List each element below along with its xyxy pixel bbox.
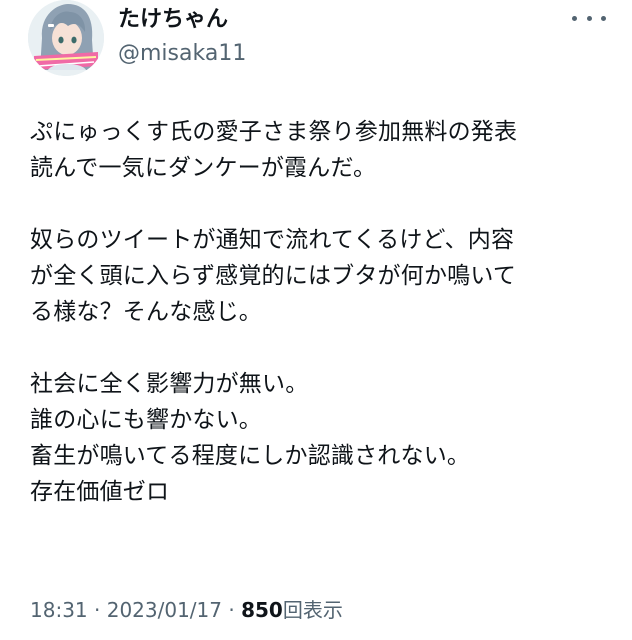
avatar-anime-character-icon bbox=[28, 0, 104, 76]
tweet-date[interactable]: 2023/01/17 bbox=[107, 598, 222, 622]
tweet-text-line: 存在価値ゼロ bbox=[30, 479, 170, 505]
more-options-button[interactable] bbox=[572, 6, 606, 30]
tweet-text-line: 誰の心にも響かない。 bbox=[30, 407, 262, 433]
tweet-text-blank bbox=[30, 186, 620, 222]
meta-separator: · bbox=[94, 598, 101, 622]
tweet-text-line: 畜生が鳴いてる程度にしか認識されない。 bbox=[30, 443, 471, 469]
more-dot bbox=[586, 15, 592, 21]
meta-separator: · bbox=[228, 598, 235, 622]
tweet-meta: 18:31 · 2023/01/17 · 850回表示 bbox=[30, 596, 343, 624]
tweet: たけちゃん @misaka11 ぷにゅっくす氏の愛子さま祭り参加無料の発表 読ん… bbox=[0, 0, 632, 640]
tweet-text-line: 奴らのツイートが通知で流れてくるけど、内容 bbox=[30, 227, 515, 253]
more-dot bbox=[601, 15, 606, 21]
tweet-text-blank bbox=[30, 330, 620, 366]
tweet-text-line: が全く頭に入らず感覚的にはブタが何か鳴いて bbox=[30, 263, 517, 289]
views-label: 回表示 bbox=[282, 598, 343, 622]
tweet-text-line: 社会に全く影響力が無い。 bbox=[30, 371, 309, 397]
avatar[interactable] bbox=[28, 0, 104, 76]
tweet-text-line: 読んで一気にダンケーが霞んだ。 bbox=[30, 155, 377, 181]
author-display-name[interactable]: たけちゃん bbox=[118, 6, 228, 34]
tweet-text-line: る様な？そんな感じ。 bbox=[30, 299, 262, 325]
views-count: 850 bbox=[241, 598, 283, 622]
author-handle[interactable]: @misaka11 bbox=[118, 40, 246, 68]
tweet-time[interactable]: 18:31 bbox=[30, 598, 88, 622]
tweet-text-line: ぷにゅっくす氏の愛子さま祭り参加無料の発表 bbox=[30, 119, 518, 145]
more-horizontal-icon bbox=[572, 15, 577, 21]
tweet-text: ぷにゅっくす氏の愛子さま祭り参加無料の発表 読んで一気にダンケーが霞んだ。 奴ら… bbox=[30, 114, 620, 510]
